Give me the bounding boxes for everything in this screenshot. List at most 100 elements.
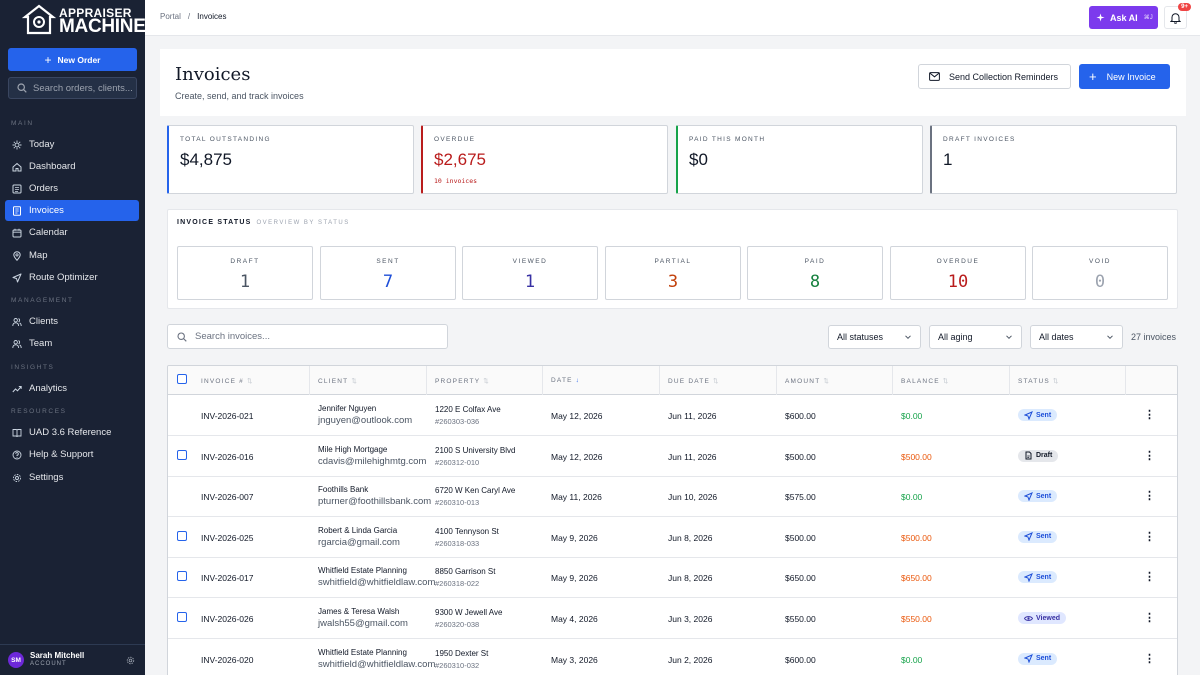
table-row[interactable]: INV-2026-017 Whitfield Estate Planning swh… bbox=[168, 557, 1177, 599]
sidebar-item-settings[interactable]: Settings bbox=[5, 467, 139, 488]
sidebar-item-help[interactable]: Help & Support bbox=[5, 444, 139, 465]
status-filter-select[interactable]: All statuses bbox=[828, 325, 921, 349]
row-actions-menu[interactable]: ⋮ bbox=[1144, 449, 1155, 462]
row-checkbox[interactable] bbox=[177, 530, 187, 541]
column-header-property[interactable]: PROPERTY ⇅ bbox=[435, 377, 490, 385]
column-header-invoice[interactable]: INVOICE # ⇅ bbox=[201, 377, 254, 385]
row-actions-menu[interactable]: ⋮ bbox=[1144, 570, 1155, 583]
sidebar-item-analytics[interactable]: Analytics bbox=[5, 378, 139, 399]
status-box-label: PARTIAL bbox=[654, 258, 692, 265]
ask-ai-button[interactable]: Ask AI ⌘J bbox=[1089, 6, 1158, 29]
invoice-number[interactable]: INV-2026-007 bbox=[201, 492, 253, 502]
breadcrumb-separator: / bbox=[187, 12, 191, 21]
row-checkbox[interactable] bbox=[177, 571, 187, 582]
sidebar: APPRAISER MACHINE + New Order Search ord… bbox=[0, 0, 146, 675]
search-icon bbox=[177, 331, 187, 342]
brand-logo[interactable]: APPRAISER MACHINE bbox=[22, 3, 146, 37]
status-box-void[interactable]: VOID 0 bbox=[1032, 246, 1168, 300]
table-row[interactable]: INV-2026-020 Whitfield Estate Planning swh… bbox=[168, 639, 1177, 675]
table-header: INVOICE # ⇅ CLIENT ⇅ PROPERTY ⇅ DATE ↓ DUE D… bbox=[168, 366, 1177, 395]
new-invoice-label: New Invoice bbox=[1106, 71, 1156, 82]
status-box-sent[interactable]: SENT 7 bbox=[320, 246, 456, 300]
invoice-number[interactable]: INV-2026-020 bbox=[201, 655, 253, 665]
select-all-checkbox[interactable] bbox=[177, 374, 187, 384]
balance: $0.00 bbox=[901, 654, 923, 665]
due-date: Jun 3, 2026 bbox=[668, 614, 713, 624]
row-actions-menu[interactable]: ⋮ bbox=[1144, 489, 1155, 502]
invoice-search-placeholder: Search invoices... bbox=[195, 331, 270, 342]
property-id: #260310-013 bbox=[435, 498, 480, 508]
status-box-partial[interactable]: PARTIAL 3 bbox=[605, 246, 741, 300]
column-header-status[interactable]: STATUS ⇅ bbox=[1018, 377, 1060, 385]
sidebar-item-dashboard[interactable]: Dashboard bbox=[5, 156, 139, 177]
sidebar-item-orders[interactable]: Orders bbox=[5, 178, 139, 199]
invoice-number[interactable]: INV-2026-017 bbox=[201, 573, 253, 583]
row-actions-menu[interactable]: ⋮ bbox=[1144, 652, 1155, 665]
send-collection-reminders-button[interactable]: Send Collection Reminders bbox=[918, 64, 1071, 89]
reminders-label: Send Collection Reminders bbox=[949, 71, 1059, 82]
user-account[interactable]: SM Sarah Mitchell ACCOUNT bbox=[0, 644, 145, 675]
table-row[interactable]: INV-2026-026 James & Teresa Walsh jwalsh55… bbox=[168, 598, 1177, 639]
stat-card-draft-invoices: DRAFT INVOICES 1 bbox=[930, 125, 1177, 194]
client-email: swhitfield@whitfieldlaw.com bbox=[318, 658, 436, 670]
status-badge: Sent bbox=[1018, 490, 1058, 503]
sidebar-item-clients[interactable]: Clients bbox=[5, 311, 139, 332]
row-checkbox[interactable] bbox=[177, 449, 187, 460]
breadcrumb-portal[interactable]: Portal bbox=[160, 12, 181, 21]
balance: $0.00 bbox=[901, 411, 923, 421]
status-box-label: OVERDUE bbox=[936, 258, 980, 265]
sidebar-item-invoices[interactable]: Invoices bbox=[5, 200, 139, 221]
invoice-number[interactable]: INV-2026-016 bbox=[201, 452, 253, 462]
sidebar-item-map[interactable]: Map bbox=[5, 245, 139, 266]
table-row[interactable]: INV-2026-007 Foothills Bank pturner@foothi… bbox=[168, 476, 1177, 518]
sidebar-item-team[interactable]: Team bbox=[5, 333, 139, 354]
aging-filter-select[interactable]: All aging bbox=[929, 325, 1022, 349]
stat-subtext: 10 invoices bbox=[434, 177, 478, 185]
sidebar-item-calendar[interactable]: Calendar bbox=[5, 222, 139, 243]
status-box-viewed[interactable]: VIEWED 1 bbox=[462, 246, 598, 300]
section-label-management: MANAGEMENT bbox=[11, 297, 74, 304]
table-row[interactable]: INV-2026-016 Mile High Mortgage cdavis@mil… bbox=[168, 436, 1177, 477]
bell-icon bbox=[1170, 12, 1181, 24]
status-box-paid[interactable]: PAID 8 bbox=[747, 246, 883, 300]
new-invoice-button[interactable]: + New Invoice bbox=[1079, 64, 1170, 89]
status-box-draft[interactable]: DRAFT 1 bbox=[177, 246, 313, 300]
amount: $600.00 bbox=[785, 411, 816, 421]
sidebar-item-uad-reference[interactable]: UAD 3.6 Reference bbox=[5, 422, 139, 443]
invoice-date: May 9, 2026 bbox=[551, 573, 598, 584]
new-order-button[interactable]: + New Order bbox=[8, 48, 137, 71]
sidebar-item-today[interactable]: Today bbox=[5, 134, 139, 155]
sidebar-item-route-optimizer[interactable]: Route Optimizer bbox=[5, 267, 139, 288]
trend-icon bbox=[12, 385, 22, 392]
property-id: #260320-038 bbox=[435, 620, 480, 629]
column-header-balance[interactable]: BALANCE ⇅ bbox=[901, 377, 949, 385]
amount: $500.00 bbox=[785, 451, 816, 462]
sidebar-item-label: Help & Support bbox=[29, 449, 94, 460]
invoice-number[interactable]: INV-2026-021 bbox=[201, 411, 253, 421]
help-icon bbox=[12, 450, 22, 459]
gear-icon[interactable] bbox=[126, 656, 135, 665]
sidebar-search-input[interactable]: Search orders, clients... bbox=[8, 77, 137, 99]
invoice-number[interactable]: INV-2026-025 bbox=[201, 533, 253, 543]
invoice-search-input[interactable]: Search invoices... bbox=[167, 324, 448, 349]
notifications-button[interactable]: 9+ bbox=[1164, 3, 1191, 29]
column-header-date[interactable]: DATE ↓ bbox=[551, 377, 580, 384]
row-actions-menu[interactable]: ⋮ bbox=[1144, 408, 1155, 421]
row-checkbox[interactable] bbox=[177, 612, 187, 622]
date-filter-select[interactable]: All dates bbox=[1030, 325, 1123, 349]
column-header-due-date[interactable]: DUE DATE ⇅ bbox=[668, 377, 720, 385]
section-label-main: MAIN bbox=[11, 120, 34, 127]
due-date: Jun 8, 2026 bbox=[668, 532, 713, 543]
row-actions-menu[interactable]: ⋮ bbox=[1144, 530, 1155, 543]
property-address: 9300 W Jewell Ave bbox=[435, 608, 503, 617]
column-divider bbox=[1125, 366, 1126, 395]
table-row[interactable]: INV-2026-021 Jennifer Nguyen jnguyen@outlo… bbox=[168, 395, 1177, 436]
invoice-number[interactable]: INV-2026-026 bbox=[201, 614, 253, 624]
column-header-amount[interactable]: AMOUNT ⇅ bbox=[785, 377, 830, 385]
table-row[interactable]: INV-2026-025 Robert & Linda Garcia rgarcia… bbox=[168, 517, 1177, 558]
sidebar-item-label: Map bbox=[29, 250, 48, 261]
status-box-overdue[interactable]: OVERDUE 10 bbox=[890, 246, 1026, 300]
row-actions-menu[interactable]: ⋮ bbox=[1144, 611, 1155, 624]
status-box-value: 1 bbox=[239, 272, 251, 292]
column-header-client[interactable]: CLIENT ⇅ bbox=[318, 377, 358, 385]
